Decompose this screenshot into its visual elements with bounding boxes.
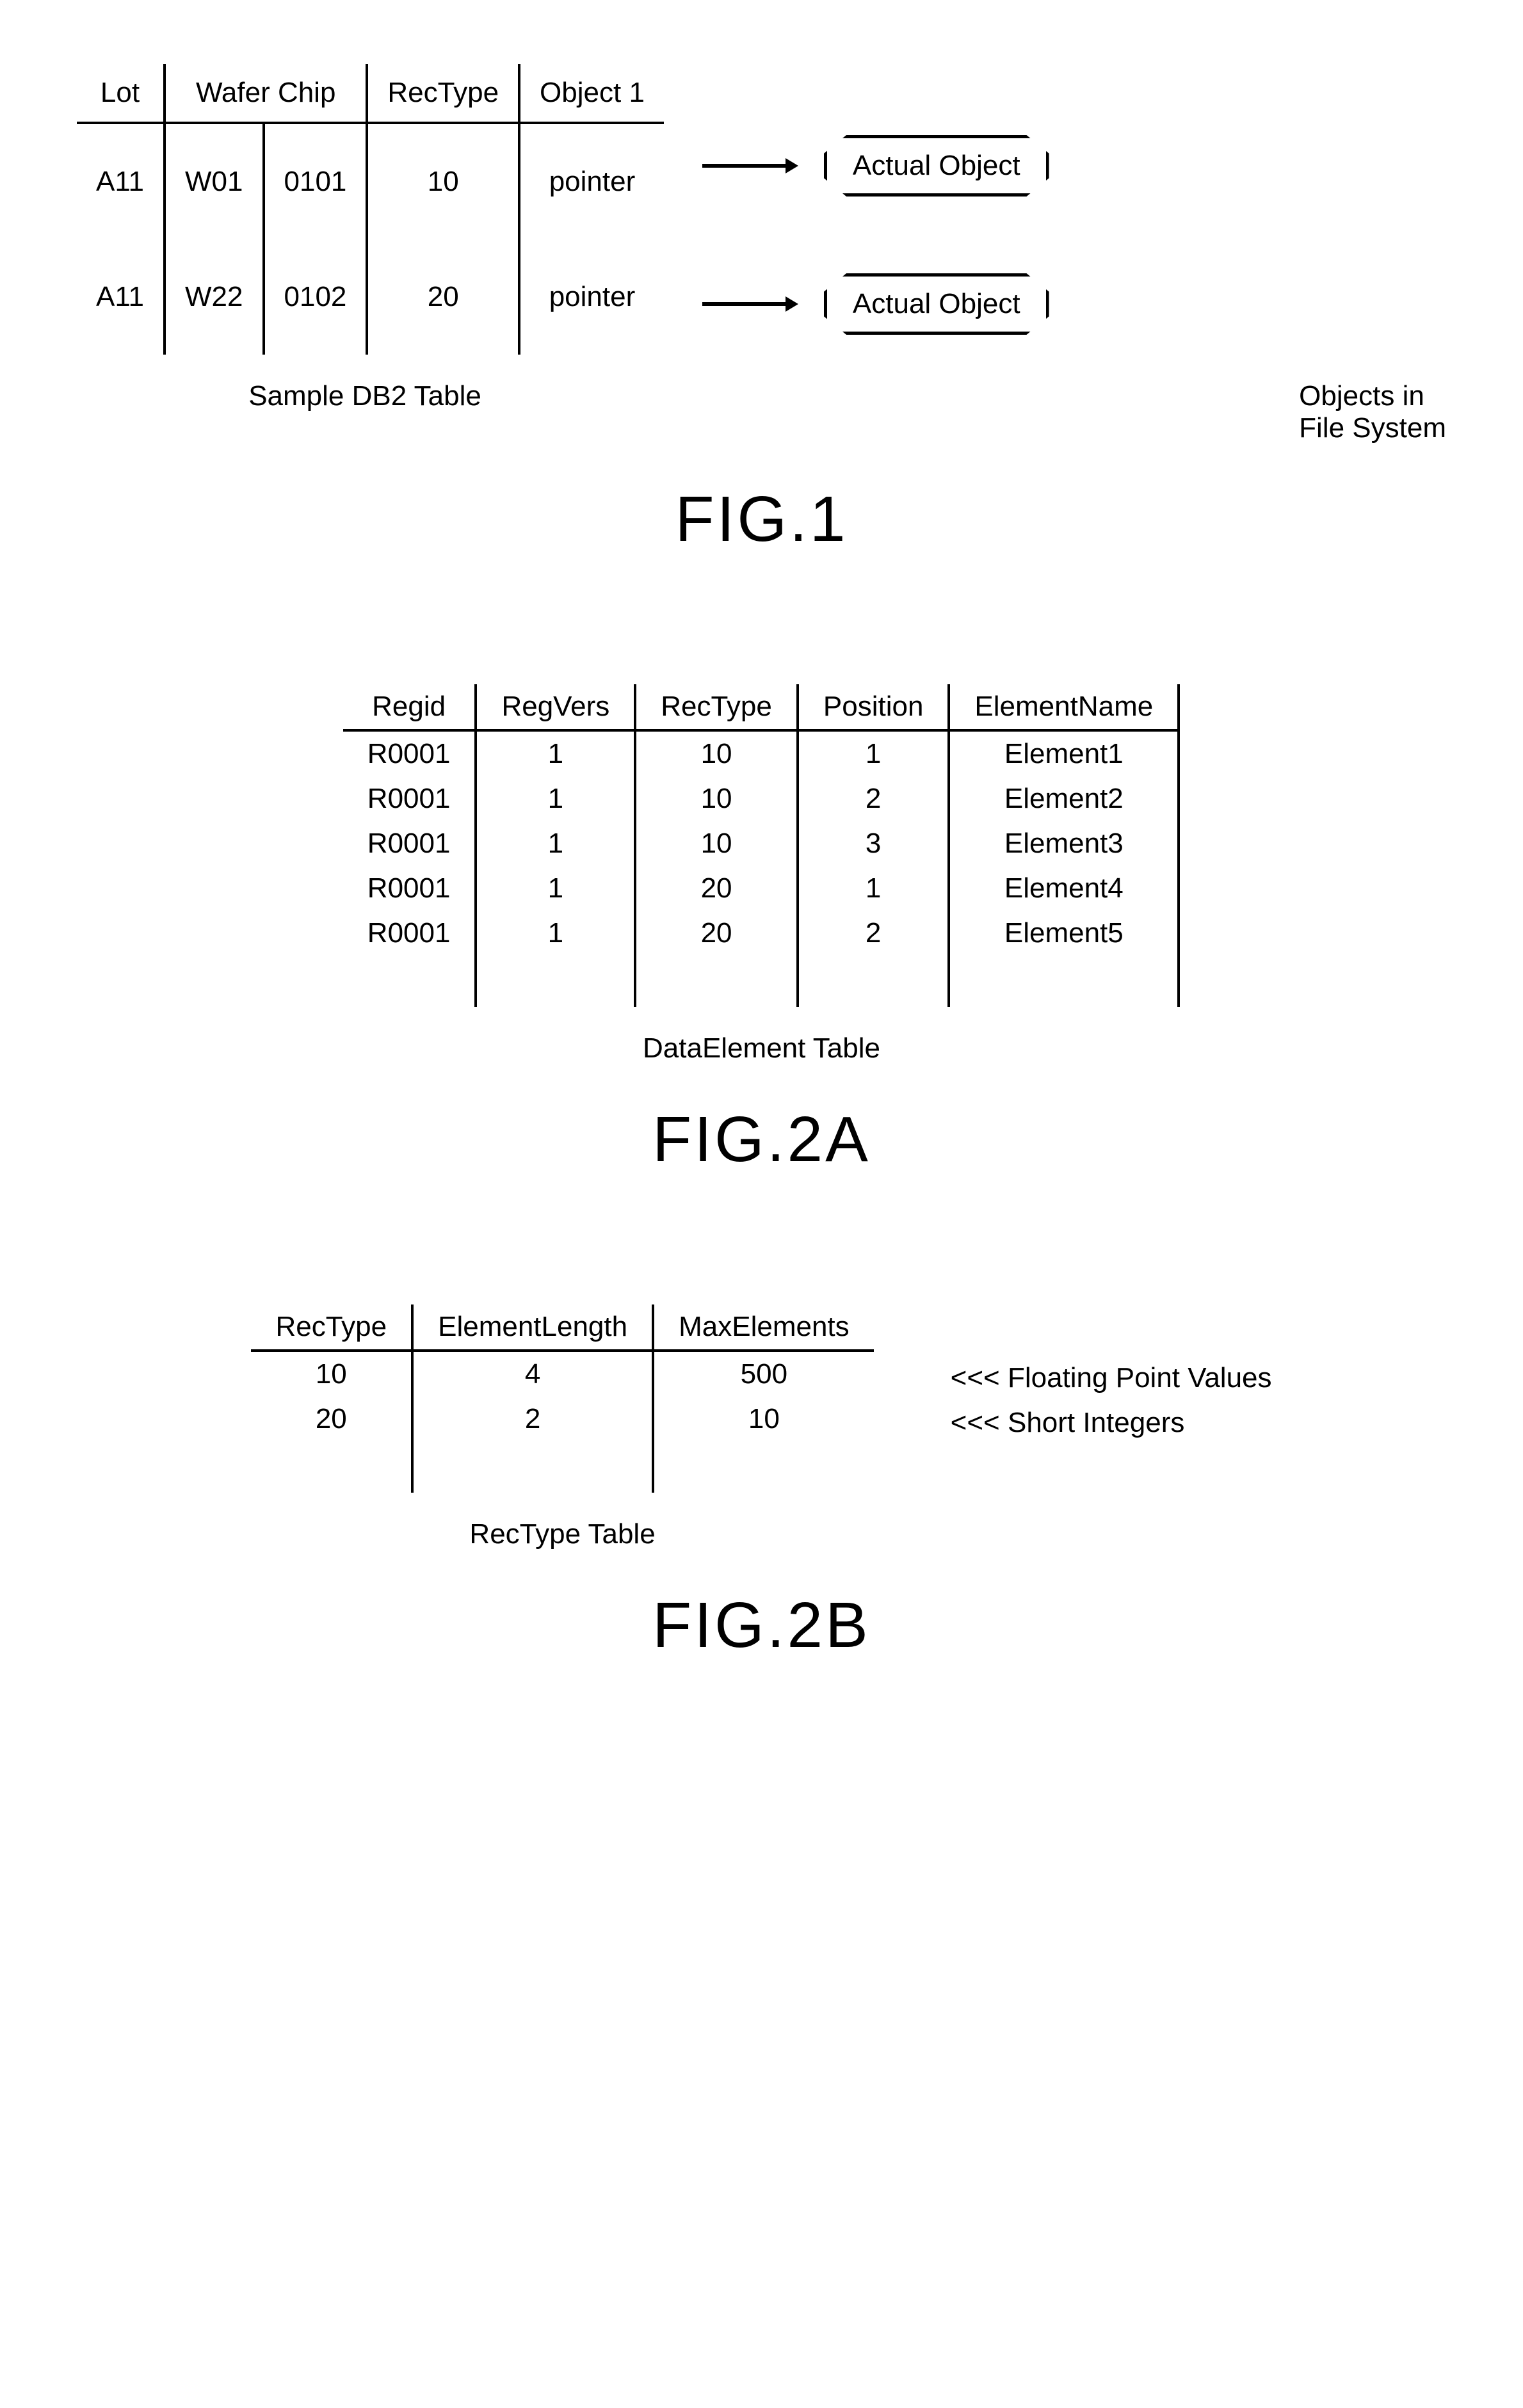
table-cell: 500: [653, 1351, 874, 1397]
fig2a-title: FIG.2A: [77, 1103, 1446, 1176]
figure-1: Lot Wafer Chip RecType Object 1 A11 W01 …: [77, 64, 1446, 556]
table-cell: Element3: [949, 821, 1179, 866]
table-cell: 1: [798, 866, 949, 911]
table-cell: 20: [251, 1397, 412, 1441]
fig1-cell-object: pointer: [519, 239, 664, 355]
table-cell: Element5: [949, 911, 1179, 956]
fig2a-hdr: ElementName: [949, 684, 1179, 730]
table-cell: 1: [476, 776, 635, 821]
fig1-pointer-row: Actual Object: [702, 135, 1049, 197]
fig1-pointer-row: Actual Object: [702, 273, 1049, 335]
fig2a-hdr: RecType: [635, 684, 798, 730]
fig2b-side-notes: <<< Floating Point Values <<< Short Inte…: [951, 1304, 1272, 1446]
table-cell: 20: [635, 866, 798, 911]
table-cell: Element4: [949, 866, 1179, 911]
fig1-cell-object: pointer: [519, 123, 664, 239]
fig2a-caption: DataElement Table: [77, 1032, 1446, 1064]
table-cell: Element2: [949, 776, 1179, 821]
fig1-cell-wafer: W01: [165, 123, 263, 239]
arrow-right-icon: [702, 294, 798, 314]
fig2b-note: <<< Short Integers: [951, 1401, 1272, 1445]
fig1-caption-left: Sample DB2 Table: [77, 380, 653, 444]
actual-object-node: Actual Object: [824, 135, 1049, 197]
fig1-caption-right: Objects in File System: [1299, 380, 1446, 444]
table-cell: 10: [635, 730, 798, 776]
table-cell: 10: [251, 1351, 412, 1397]
arrow-right-icon: [702, 156, 798, 175]
fig1-cell-rectype: 20: [367, 239, 519, 355]
fig2b-hdr: RecType: [251, 1304, 412, 1351]
table-cell: 3: [798, 821, 949, 866]
fig2b-caption: RecType Table: [251, 1518, 873, 1550]
fig2a-hdr: Regid: [343, 684, 476, 730]
fig2b-table: RecType ElementLength MaxElements 104500…: [251, 1304, 873, 1493]
table-cell: R0001: [343, 730, 476, 776]
table-cell: 1: [476, 866, 635, 911]
fig1-arrows-and-targets: Actual Object Actual Object: [702, 84, 1049, 335]
fig1-title: FIG.1: [77, 483, 1446, 556]
table-cell: 1: [798, 730, 949, 776]
table-cell: 4: [412, 1351, 653, 1397]
table-cell: 1: [476, 911, 635, 956]
fig2a-table: Regid RegVers RecType Position ElementNa…: [343, 684, 1180, 1007]
fig1-cell-wafer: W22: [165, 239, 263, 355]
fig1-cell-chip: 0102: [264, 239, 367, 355]
figure-2a: Regid RegVers RecType Position ElementNa…: [77, 684, 1446, 1176]
fig2a-hdr: RegVers: [476, 684, 635, 730]
table-cell: R0001: [343, 911, 476, 956]
fig2b-hdr: ElementLength: [412, 1304, 653, 1351]
table-cell: R0001: [343, 821, 476, 866]
fig1-hdr-object1: Object 1: [519, 64, 664, 123]
table-cell: 1: [476, 730, 635, 776]
table-cell: 20: [635, 911, 798, 956]
table-cell: R0001: [343, 866, 476, 911]
table-cell: 1: [476, 821, 635, 866]
table-cell: 2: [798, 776, 949, 821]
fig2b-title: FIG.2B: [77, 1589, 1446, 1662]
fig2b-note: <<< Floating Point Values: [951, 1356, 1272, 1401]
fig1-hdr-lot: Lot: [77, 64, 165, 123]
table-cell: Element1: [949, 730, 1179, 776]
table-cell: 10: [635, 821, 798, 866]
figure-2b: RecType ElementLength MaxElements 104500…: [77, 1304, 1446, 1662]
fig1-cell-lot: A11: [77, 123, 165, 239]
fig1-cell-chip: 0101: [264, 123, 367, 239]
fig1-captions: Sample DB2 Table Objects in File System: [77, 380, 1446, 444]
fig1-cell-lot: A11: [77, 239, 165, 355]
table-cell: 2: [798, 911, 949, 956]
fig1-hdr-wafer-chip: Wafer Chip: [165, 64, 367, 123]
table-cell: 2: [412, 1397, 653, 1441]
actual-object-node: Actual Object: [824, 273, 1049, 335]
fig1-table: Lot Wafer Chip RecType Object 1 A11 W01 …: [77, 64, 664, 355]
table-cell: R0001: [343, 776, 476, 821]
table-cell: 10: [653, 1397, 874, 1441]
fig2a-hdr: Position: [798, 684, 949, 730]
fig2b-hdr: MaxElements: [653, 1304, 874, 1351]
table-cell: 10: [635, 776, 798, 821]
fig1-hdr-rectype: RecType: [367, 64, 519, 123]
fig1-cell-rectype: 10: [367, 123, 519, 239]
fig1-layout-row: Lot Wafer Chip RecType Object 1 A11 W01 …: [77, 64, 1446, 355]
